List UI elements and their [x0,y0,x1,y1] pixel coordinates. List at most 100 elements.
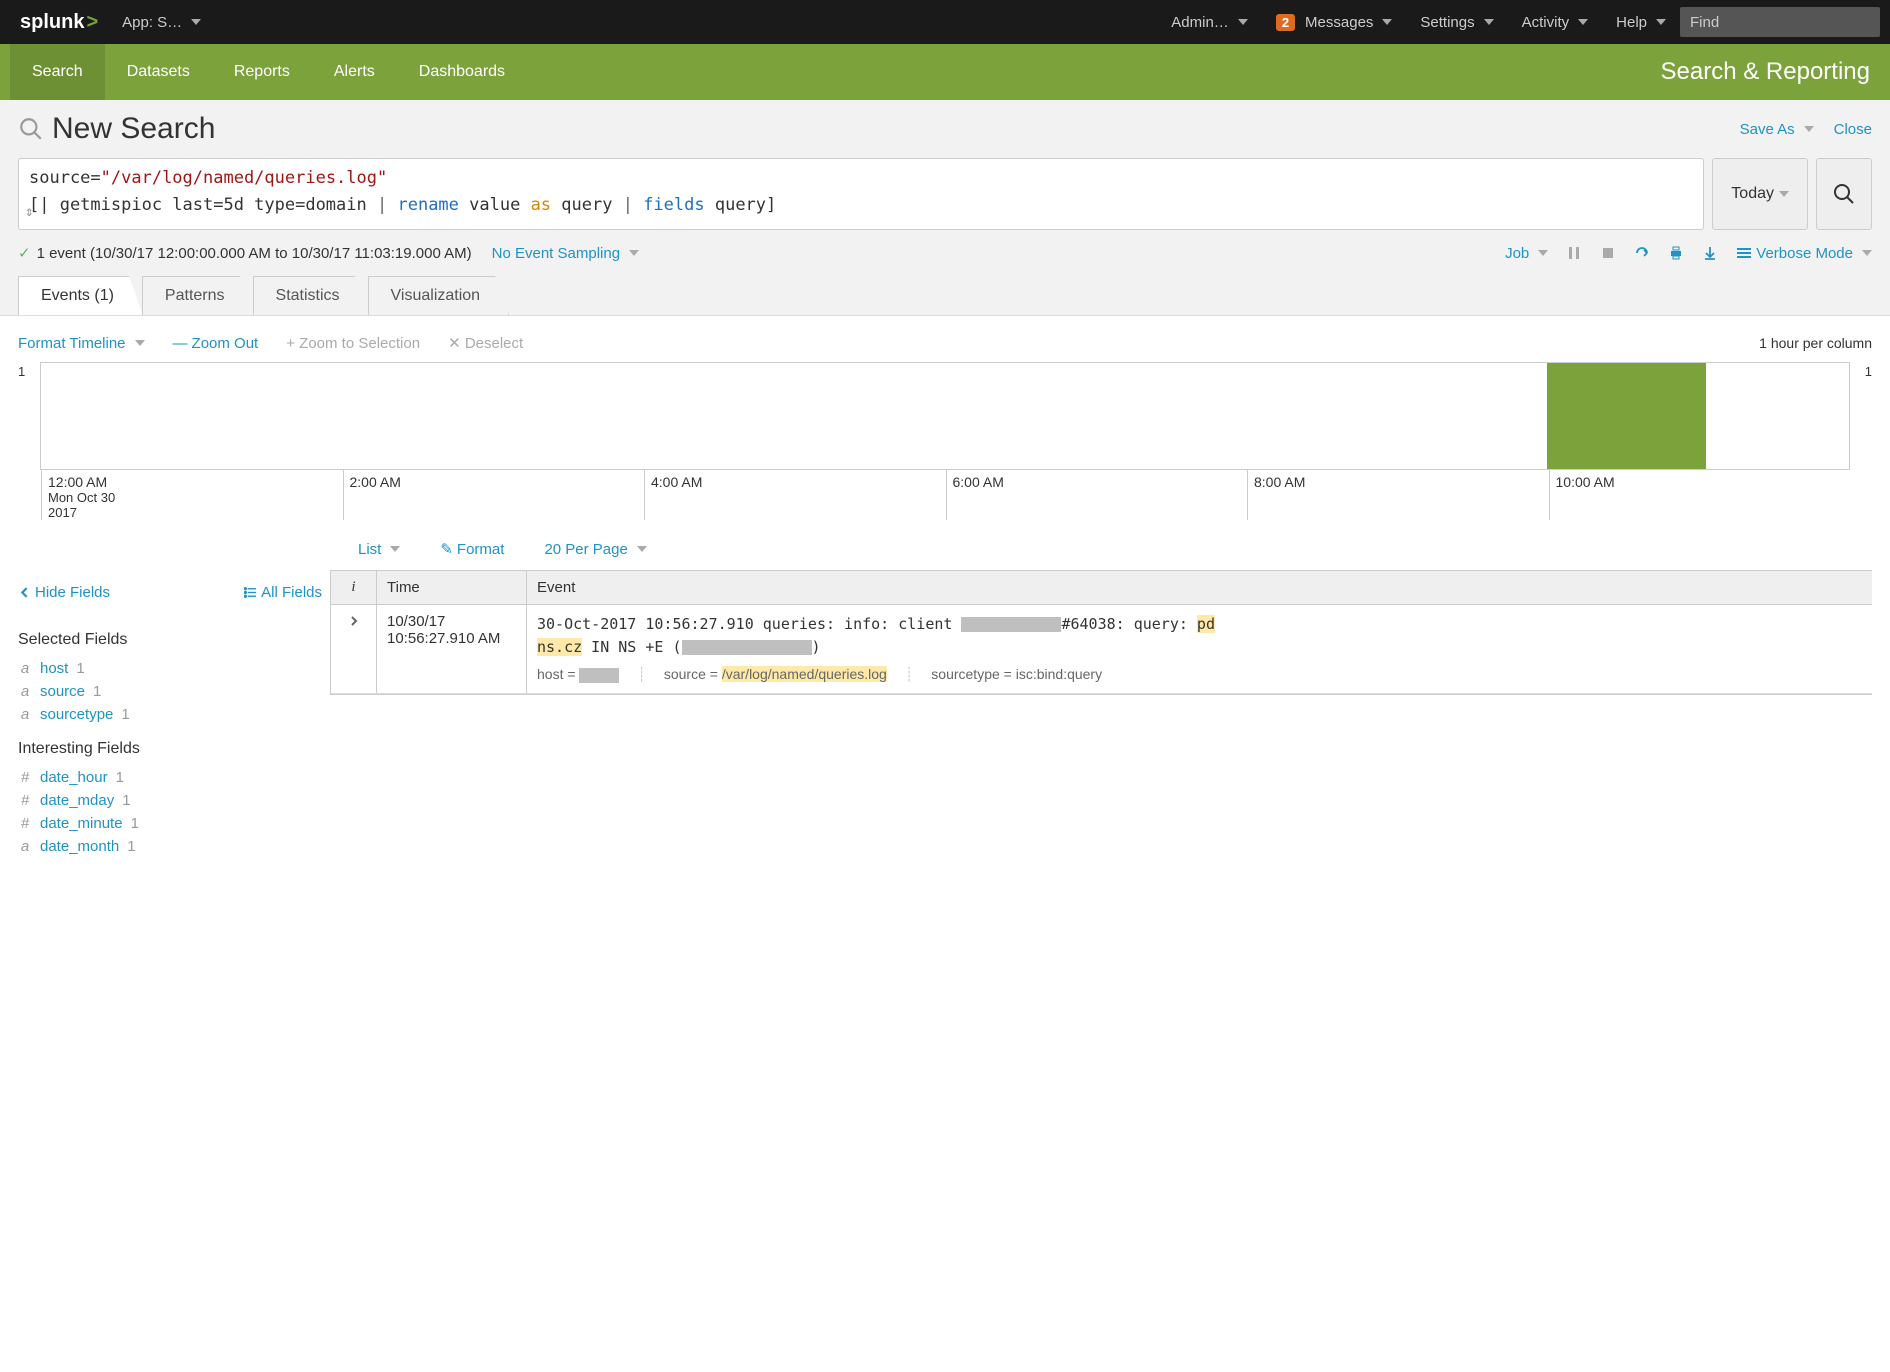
job-menu[interactable]: Job [1505,245,1548,262]
app-nav: Search Datasets Reports Alerts Dashboard… [0,44,1890,100]
field-type: a [18,660,32,677]
global-topbar: splunk> App: S… Admin… 2 Messages Settin… [0,0,1890,44]
timeline-granularity: 1 hour per column [1759,335,1872,351]
field-name[interactable]: sourcetype [40,706,113,723]
expand-event-button[interactable] [331,605,377,693]
field-name[interactable]: date_minute [40,815,123,832]
field-type: # [18,815,32,832]
search-query: source="/var/log/named/queries.log" [| g… [29,165,1693,219]
zoom-to-selection-button: + Zoom to Selection [286,335,420,352]
meta-sourcetype-value[interactable]: isc:bind:query [1016,666,1102,682]
tab-statistics[interactable]: Statistics [253,276,369,315]
x-tick: 2:00 AM [343,470,645,520]
all-fields-button[interactable]: All Fields [244,584,322,601]
field-name[interactable]: source [40,683,85,700]
col-time[interactable]: Time [377,571,527,604]
zoom-out-label: Zoom Out [192,335,259,352]
field-name[interactable]: date_hour [40,769,108,786]
x-tick: 4:00 AM [644,470,946,520]
timeline-y-axis-right: 1 [1850,362,1872,470]
list-view-menu[interactable]: List [358,540,400,558]
event-sampling-menu[interactable]: No Event Sampling [492,245,639,262]
col-info: i [331,571,377,604]
x-tick: 6:00 AM [946,470,1248,520]
format-button[interactable]: ✎ Format [440,540,504,558]
field-count: 1 [76,660,84,677]
result-tabs: Events (1) Patterns Statistics Visualiza… [18,276,1872,315]
print-icon [1668,245,1684,261]
nav-alerts[interactable]: Alerts [312,44,397,100]
help-menu[interactable]: Help [1602,14,1680,31]
save-as-menu[interactable]: Save As [1740,121,1814,138]
meta-source-key: source = [664,666,722,682]
admin-label: Admin… [1171,14,1229,31]
timeline-controls: Format Timeline — Zoom Out + Zoom to Sel… [18,328,1872,362]
nav-datasets[interactable]: Datasets [105,44,212,100]
timeline-bar[interactable] [1547,363,1706,469]
close-button[interactable]: Close [1834,121,1872,138]
expand-handle-icon[interactable]: ⇕ [25,201,33,223]
global-find-input[interactable] [1680,7,1880,37]
nav-dashboards[interactable]: Dashboards [397,44,527,100]
pause-button[interactable] [1566,245,1582,261]
status-text: 1 event (10/30/17 12:00:00.000 AM to 10/… [37,245,472,262]
app-menu-label: App: S… [122,14,182,31]
hide-fields-button[interactable]: Hide Fields [18,584,110,601]
x-tick: 12:00 AMMon Oct 302017 [41,470,343,520]
meta-sep: ┊ [905,664,913,685]
nav-reports[interactable]: Reports [212,44,312,100]
fields-sidebar: Hide Fields All Fields Selected Fields a… [18,570,330,858]
field-type: a [18,706,32,723]
splunk-logo[interactable]: splunk> [10,11,108,34]
all-fields-label: All Fields [261,584,322,601]
field-row[interactable]: #date_hour1 [18,766,322,789]
timeline-x-axis: 12:00 AMMon Oct 302017 2:00 AM 4:00 AM 6… [40,470,1850,520]
nav-search[interactable]: Search [10,44,105,100]
x-tick: 8:00 AM [1247,470,1549,520]
tab-visualization[interactable]: Visualization [368,276,510,315]
messages-menu[interactable]: 2 Messages [1262,14,1407,31]
timeline-canvas[interactable] [40,362,1850,470]
activity-menu[interactable]: Activity [1508,14,1603,31]
meta-source-value[interactable]: /var/log/named/queries.log [722,666,887,682]
print-button[interactable] [1668,245,1684,261]
format-label: Format [457,541,505,558]
field-name[interactable]: date_month [40,838,119,855]
logo-caret-icon: > [86,11,98,34]
field-row[interactable]: ahost 1 [18,657,322,680]
timeline-y-axis-left: 1 [18,362,40,470]
field-row[interactable]: #date_minute1 [18,812,322,835]
tab-events[interactable]: Events (1) [18,276,143,315]
time-range-picker[interactable]: Today [1712,158,1808,230]
per-page-menu[interactable]: 20 Per Page [544,540,646,558]
admin-menu[interactable]: Admin… [1157,14,1262,31]
field-row[interactable]: asource1 [18,680,322,703]
field-row[interactable]: asourcetype1 [18,703,322,726]
app-title: Search & Reporting [1661,58,1880,86]
messages-label: Messages [1305,14,1373,31]
list-icon [244,586,257,599]
search-mode-menu[interactable]: Verbose Mode [1736,245,1872,262]
field-name[interactable]: host [40,660,68,677]
search-icon [18,116,44,142]
meta-host-key: host = [537,666,579,682]
share-button[interactable] [1634,245,1650,261]
field-count: 1 [93,683,101,700]
field-row[interactable]: adate_month1 [18,835,322,858]
zoom-out-button[interactable]: — Zoom Out [173,335,259,352]
stop-icon [1600,245,1616,261]
run-search-button[interactable] [1816,158,1872,230]
export-button[interactable] [1702,245,1718,261]
field-name[interactable]: date_mday [40,792,114,809]
app-menu[interactable]: App: S… [108,14,215,31]
settings-menu[interactable]: Settings [1406,14,1507,31]
col-event[interactable]: Event [527,571,1872,604]
event-raw[interactable]: 30-Oct-2017 10:56:27.910 queries: info: … [527,605,1872,693]
search-input[interactable]: source="/var/log/named/queries.log" [| g… [18,158,1704,230]
tab-patterns[interactable]: Patterns [142,276,254,315]
field-row[interactable]: #date_mday1 [18,789,322,812]
event-meta: host = ┊ source = /var/log/named/queries… [537,664,1862,685]
stop-button[interactable] [1600,245,1616,261]
format-timeline-menu[interactable]: Format Timeline [18,335,145,352]
list-label: List [358,541,381,558]
